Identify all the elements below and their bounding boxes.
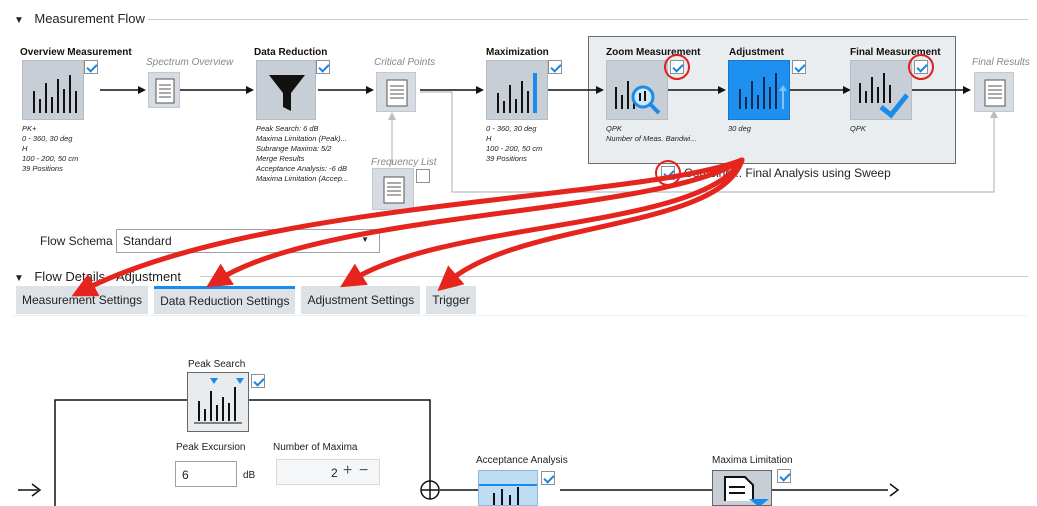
adjustment-tile[interactable] — [728, 60, 790, 120]
peak-excursion-label: Peak Excursion — [176, 442, 246, 453]
maximization-title: Maximization — [486, 47, 549, 58]
adjustment-checkbox[interactable] — [792, 60, 806, 74]
funnel-icon — [269, 75, 305, 111]
combine-checkbox-highlight — [655, 160, 681, 186]
combine-label: Combine... Final Analysis using Sweep — [684, 166, 891, 180]
document-icon — [383, 176, 405, 204]
flow-schema-select[interactable]: Standard ▼ — [116, 229, 380, 253]
overview-tile[interactable] — [22, 60, 84, 120]
chevron-down-icon: ▼ — [361, 235, 369, 244]
acceptance-chart-icon — [479, 484, 537, 505]
num-maxima-label: Number of Maxima — [273, 442, 358, 453]
results-title: Final Results — [972, 57, 1030, 68]
flow-schema-value: Standard — [123, 234, 172, 248]
overview-info: PK+ 0 - 360, 30 deg H 100 - 200, 50 cm 3… — [22, 124, 79, 173]
peak-search-chart-icon — [194, 378, 244, 424]
spectrum-tile[interactable] — [148, 72, 180, 108]
datared-tile[interactable] — [256, 60, 316, 120]
details-section-divider — [200, 276, 1028, 277]
tab-adjustment-settings[interactable]: Adjustment Settings — [301, 286, 421, 314]
spectrum-title: Spectrum Overview — [146, 57, 234, 68]
tab-measurement-settings[interactable]: Measurement Settings — [16, 286, 149, 314]
details-section-title: Flow Details - Adjustment — [34, 269, 182, 284]
overview-checkbox[interactable] — [84, 60, 98, 74]
peak-search-tile[interactable] — [187, 372, 249, 432]
datared-title: Data Reduction — [254, 47, 328, 58]
frequency-tile[interactable] — [372, 168, 414, 210]
maxima-limitation-tile[interactable] — [712, 470, 772, 506]
adjustment-info: 30 deg — [728, 124, 751, 133]
peak-search-checkbox[interactable] — [251, 374, 265, 388]
maxima-limitation-checkbox[interactable] — [777, 469, 791, 483]
bar-chart-arrow-icon — [739, 73, 787, 109]
datared-info: Peak Search: 6 dB Maxima Limitation (Pea… — [256, 124, 349, 183]
frequency-title: Frequency List — [371, 157, 437, 168]
critical-title: Critical Points — [374, 57, 436, 68]
maximization-tile[interactable] — [486, 60, 548, 120]
document-icon — [155, 78, 175, 104]
acceptance-label: Acceptance Analysis — [476, 455, 568, 466]
critical-tile[interactable] — [376, 72, 416, 112]
acceptance-checkbox[interactable] — [541, 471, 555, 485]
datared-checkbox[interactable] — [316, 60, 330, 74]
document-icon — [984, 79, 1006, 107]
collapse-triangle-icon[interactable]: ▼ — [14, 273, 24, 284]
peak-excursion-unit: dB — [243, 470, 256, 481]
flow-schema-label: Flow Schema — [40, 234, 113, 248]
maximization-info: 0 - 360, 30 deg H 100 - 200, 50 cm 39 Po… — [486, 124, 543, 163]
frequency-checkbox[interactable] — [416, 169, 430, 183]
minus-icon[interactable]: − — [359, 462, 368, 480]
peak-excursion-input[interactable]: 6 — [175, 461, 237, 487]
adjustment-title: Adjustment — [729, 47, 784, 58]
bar-chart-icon — [33, 75, 77, 113]
plus-icon[interactable]: + — [343, 462, 352, 480]
tab-data-reduction-settings[interactable]: Data Reduction Settings — [154, 286, 296, 314]
maxima-limitation-label: Maxima Limitation — [712, 455, 793, 466]
final-checkbox-highlight — [908, 54, 934, 80]
bar-chart-blue-icon — [497, 73, 537, 113]
settings-tabs: Measurement Settings Data Reduction Sett… — [12, 286, 1028, 316]
num-maxima-value: 2 — [331, 466, 338, 480]
acceptance-tile[interactable] — [478, 470, 538, 506]
zoom-tile[interactable] — [606, 60, 668, 120]
final-tile[interactable] — [850, 60, 912, 120]
list-icon — [724, 476, 769, 505]
details-section-header[interactable]: ▼ Flow Details - Adjustment — [14, 268, 181, 286]
zoom-chart-icon — [615, 81, 661, 115]
peak-excursion-value: 6 — [182, 468, 189, 482]
final-info: QPK — [850, 124, 866, 133]
bar-chart-check-icon — [859, 73, 909, 119]
zoom-title: Zoom Measurement — [606, 47, 701, 58]
num-maxima-stepper[interactable]: 2 + − — [276, 459, 380, 485]
overview-title: Overview Measurement — [20, 47, 132, 58]
tab-trigger[interactable]: Trigger — [426, 286, 476, 314]
zoom-checkbox-highlight — [664, 54, 690, 80]
zoom-info: QPK Number of Meas. Bandwi... — [606, 124, 697, 143]
results-tile[interactable] — [974, 72, 1014, 112]
peak-search-label: Peak Search — [188, 359, 246, 370]
maximization-checkbox[interactable] — [548, 60, 562, 74]
document-icon — [386, 79, 408, 107]
